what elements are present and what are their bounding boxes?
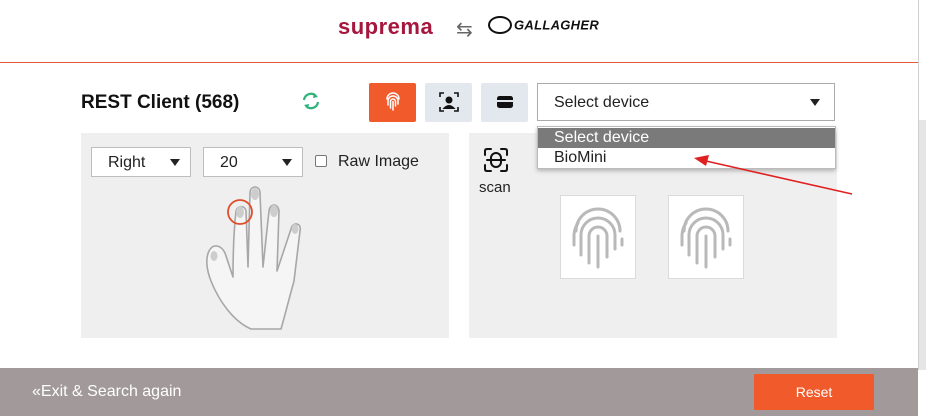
raw-image-checkbox[interactable] (315, 155, 327, 167)
finger-select-value: 20 (220, 154, 238, 171)
fingerprint-capture-panel: Right 20 Raw Image (81, 133, 449, 338)
hand-select-value: Right (108, 154, 146, 171)
face-mode-button[interactable] (425, 83, 472, 122)
fingerprint-preview-1 (560, 195, 636, 279)
raw-image-label: Raw Image (338, 153, 419, 170)
fingerprint-preview-2 (668, 195, 744, 279)
fingerprint-icon (680, 207, 732, 269)
header-divider (0, 62, 918, 63)
scan-label: scan (479, 179, 511, 196)
device-option-biomini[interactable]: BioMini (538, 148, 835, 168)
device-select-value: Select device (554, 94, 650, 111)
fingerprint-icon (385, 92, 400, 111)
face-icon (438, 92, 459, 112)
card-mode-button[interactable] (481, 83, 528, 122)
page-title: REST Client (568) (81, 92, 240, 113)
chevron-down-icon (170, 159, 180, 166)
swap-icon: ⇆ (456, 19, 473, 41)
hand-finger-selector[interactable] (203, 183, 328, 338)
gallagher-mark-icon (488, 16, 512, 34)
scan-icon[interactable] (483, 147, 509, 178)
refresh-icon[interactable] (300, 90, 322, 112)
finger-select[interactable]: 20 (203, 147, 303, 177)
chevron-down-icon (810, 99, 820, 106)
exit-link-label: Exit & Search again (40, 383, 182, 400)
device-dropdown-list: Select device BioMini (537, 126, 836, 169)
scrollbar-track[interactable] (919, 120, 926, 370)
device-select[interactable]: Select device (537, 83, 835, 121)
fingerprint-icon (572, 207, 624, 269)
reset-button[interactable]: Reset (754, 374, 874, 410)
gallagher-logo-text: GALLAGHER (514, 17, 600, 33)
device-option-select-device[interactable]: Select device (538, 128, 835, 148)
hand-select[interactable]: Right (91, 147, 191, 177)
suprema-logo: suprema (338, 14, 434, 39)
fingerprint-mode-button[interactable] (369, 83, 416, 122)
chevron-down-icon (282, 159, 292, 166)
double-chevron-left-icon: « (32, 383, 41, 400)
gallagher-logo: GALLAGHER (488, 16, 600, 35)
card-icon (496, 96, 513, 108)
exit-search-again-link[interactable]: «Exit & Search again (32, 383, 181, 401)
